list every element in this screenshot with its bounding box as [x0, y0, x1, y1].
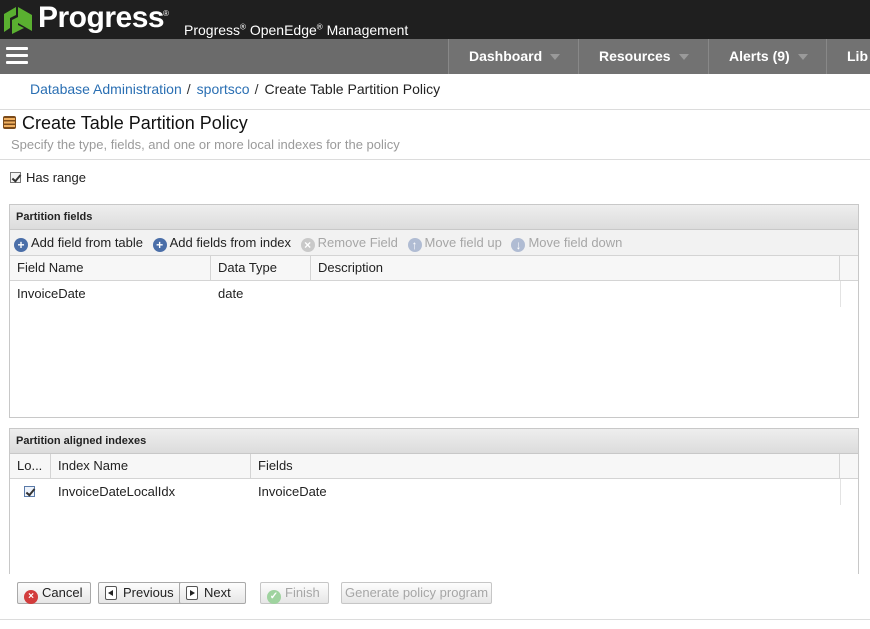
page-title: Create Table Partition Policy — [22, 113, 248, 133]
chevron-down-icon — [550, 54, 561, 61]
divider — [0, 619, 870, 620]
column-header-local[interactable]: Lo... — [10, 454, 51, 479]
column-header-description[interactable]: Description — [311, 256, 840, 281]
cell-description — [311, 281, 840, 307]
add-field-from-table-button[interactable]: + Add field from table — [14, 230, 143, 256]
aligned-indexes-grid-header: Lo... Index Name Fields — [10, 454, 858, 479]
partition-fields-grid-header: Field Name Data Type Description — [10, 256, 858, 281]
table-row[interactable]: InvoiceDate date — [10, 281, 840, 307]
partition-fields-grid-body: InvoiceDate date — [10, 281, 858, 416]
arrow-right-icon — [186, 586, 198, 600]
nav-item-library[interactable]: Lib — [826, 39, 870, 74]
check-circle-icon: ✓ — [267, 590, 281, 604]
divider — [0, 109, 870, 110]
column-header-field-name[interactable]: Field Name — [10, 256, 211, 281]
previous-button[interactable]: Previous — [98, 582, 183, 604]
plus-circle-icon: + — [14, 238, 28, 252]
move-field-up-button[interactable]: ↑ Move field up — [407, 230, 502, 256]
arrow-up-circle-icon: ↑ — [407, 238, 422, 252]
chevron-down-icon — [678, 54, 689, 61]
cell-field-name: InvoiceDate — [17, 286, 86, 301]
nav-item-alerts[interactable]: Alerts (9) — [708, 39, 826, 74]
database-icon — [3, 116, 16, 129]
remove-field-button[interactable]: × Remove Field — [300, 230, 398, 256]
arrow-left-icon — [105, 586, 117, 600]
partition-fields-header: Partition fields — [10, 205, 858, 230]
next-button[interactable]: Next — [179, 582, 246, 604]
column-header-data-type[interactable]: Data Type — [211, 256, 311, 281]
move-field-down-button[interactable]: ↓ Move field down — [511, 230, 622, 256]
column-header-fields[interactable]: Fields — [251, 454, 840, 479]
local-index-checkbox[interactable] — [24, 486, 35, 497]
generate-policy-program-button[interactable]: Generate policy program — [341, 582, 493, 604]
nav-bar: Dashboard Resources Alerts (9) Lib — [0, 39, 870, 74]
cancel-button[interactable]: × Cancel — [17, 582, 92, 604]
cell-index-name: InvoiceDateLocalIdx — [58, 484, 176, 499]
cell-fields: InvoiceDate — [258, 484, 327, 499]
divider — [0, 159, 870, 160]
product-title: Progress® OpenEdge® Management — [184, 22, 409, 38]
breadcrumb-sportsco[interactable]: sportsco — [197, 81, 250, 97]
aligned-indexes-grid-body: InvoiceDateLocalIdx InvoiceDate — [10, 479, 858, 573]
brand-bar: Progress ® Progress® OpenEdge® Managemen… — [0, 0, 870, 39]
has-range-checkbox[interactable] — [10, 172, 21, 183]
aligned-indexes-header: Partition aligned indexes — [10, 429, 858, 454]
chevron-down-icon — [797, 54, 808, 61]
has-range-option[interactable]: Has range — [10, 170, 86, 185]
breadcrumb-current: Create Table Partition Policy — [264, 81, 441, 97]
logo-reg-mark: ® — [163, 9, 169, 18]
nav-item-resources[interactable]: Resources — [578, 39, 708, 74]
logo-text: Progress — [38, 1, 165, 34]
cell-data-type: date — [218, 286, 244, 301]
cell-local — [18, 479, 48, 505]
breadcrumb-database-administration[interactable]: Database Administration — [30, 81, 182, 97]
partition-fields-panel: Partition fields + Add field from table +… — [9, 204, 859, 418]
scrollbar-gutter — [840, 479, 858, 505]
aligned-indexes-panel: Partition aligned indexes Lo... Index Na… — [9, 428, 859, 574]
progress-logo-icon — [4, 7, 32, 34]
plus-circle-icon: + — [152, 238, 167, 252]
add-fields-from-index-button[interactable]: + Add fields from index — [152, 230, 291, 256]
remove-circle-icon: × — [300, 238, 315, 252]
page-subtitle: Specify the type, fields, and one or mor… — [11, 137, 400, 152]
column-header-index-name[interactable]: Index Name — [51, 454, 251, 479]
table-row[interactable]: InvoiceDateLocalIdx InvoiceDate — [10, 479, 840, 505]
arrow-down-circle-icon: ↓ — [511, 238, 526, 252]
nav-item-dashboard[interactable]: Dashboard — [448, 39, 578, 74]
hamburger-menu-icon[interactable] — [6, 47, 28, 65]
finish-button[interactable]: ✓ Finish — [260, 582, 329, 604]
cancel-icon: × — [24, 590, 38, 604]
scrollbar-gutter — [840, 281, 858, 307]
partition-fields-toolbar: + Add field from table + Add fields from i… — [10, 230, 858, 256]
breadcrumb: Database Administration / sportsco / Create … — [30, 81, 441, 97]
has-range-label: Has range — [26, 170, 86, 185]
